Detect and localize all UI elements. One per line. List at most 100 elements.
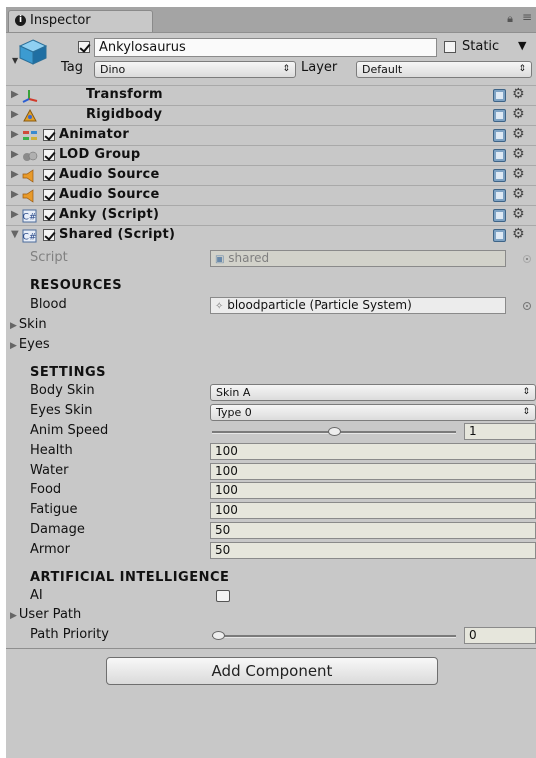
help-book-icon[interactable] bbox=[493, 149, 506, 162]
water-label: Water bbox=[30, 463, 69, 478]
blood-object-field[interactable]: ✧ bloodparticle (Particle System) bbox=[210, 297, 506, 314]
component-header-animator[interactable]: ▶ Animator ⚙ bbox=[6, 125, 536, 145]
gameobject-name-field[interactable]: Ankylosaurus bbox=[94, 38, 437, 57]
foldout-collapsed-icon: ▶ bbox=[10, 611, 17, 621]
component-title: LOD Group bbox=[59, 147, 141, 162]
static-dropdown-arrow-icon[interactable]: ▼ bbox=[518, 39, 526, 52]
panel-menu-icon[interactable]: ≡ bbox=[522, 10, 532, 24]
component-title: Audio Source bbox=[59, 187, 160, 202]
object-picker-icon[interactable] bbox=[523, 302, 531, 310]
component-header-audio-source[interactable]: ▶ Audio Source ⚙ bbox=[6, 185, 536, 205]
path-priority-field[interactable]: 0 bbox=[464, 627, 536, 644]
skin-foldout[interactable]: ▶ Skin bbox=[10, 317, 47, 332]
tag-label: Tag bbox=[61, 60, 84, 75]
component-title: Transform bbox=[86, 87, 163, 102]
animator-icon bbox=[23, 131, 37, 140]
foldout-collapsed-icon[interactable]: ▶ bbox=[11, 89, 19, 100]
svg-text:C#: C# bbox=[23, 213, 37, 223]
component-title: Audio Source bbox=[59, 167, 160, 182]
add-component-button[interactable]: Add Component bbox=[106, 657, 438, 685]
water-field[interactable]: 100 bbox=[210, 463, 536, 480]
foldout-collapsed-icon[interactable]: ▶ bbox=[11, 209, 19, 220]
armor-field[interactable]: 50 bbox=[210, 542, 536, 559]
resources-header: RESOURCES bbox=[30, 278, 123, 293]
path-priority-slider-track[interactable] bbox=[212, 635, 456, 638]
icon-dropdown-arrow-icon[interactable]: ▼ bbox=[12, 56, 18, 65]
component-title: Animator bbox=[59, 127, 130, 142]
help-book-icon[interactable] bbox=[493, 129, 506, 142]
gear-icon[interactable]: ⚙ bbox=[512, 106, 525, 122]
component-header-rigidbody[interactable]: ▶ Rigidbody ⚙ bbox=[6, 105, 536, 125]
foldout-collapsed-icon[interactable]: ▶ bbox=[11, 169, 19, 180]
fatigue-label: Fatigue bbox=[30, 502, 78, 517]
component-enabled-checkbox[interactable] bbox=[43, 229, 55, 241]
gear-icon[interactable]: ⚙ bbox=[512, 146, 525, 162]
artificial-intelligence-header: ARTIFICIAL INTELLIGENCE bbox=[30, 570, 230, 585]
script-file-icon: ▣ bbox=[215, 254, 225, 265]
foldout-expanded-icon[interactable]: ▼ bbox=[11, 229, 19, 240]
component-enabled-checkbox[interactable] bbox=[43, 169, 55, 181]
tag-dropdown[interactable]: Dino ⇕ bbox=[94, 61, 296, 78]
tab-bar: i Inspector 🔒︎ ≡ bbox=[6, 7, 536, 33]
anim-speed-slider-thumb[interactable] bbox=[327, 427, 341, 436]
component-enabled-checkbox[interactable] bbox=[43, 209, 55, 221]
foldout-collapsed-icon[interactable]: ▶ bbox=[11, 109, 19, 120]
gameobject-cube-icon bbox=[18, 39, 48, 65]
gear-icon[interactable]: ⚙ bbox=[512, 206, 525, 222]
user-path-foldout[interactable]: ▶ User Path bbox=[10, 607, 81, 622]
static-label: Static bbox=[462, 39, 500, 54]
help-book-icon[interactable] bbox=[493, 109, 506, 122]
path-priority-slider-thumb[interactable] bbox=[212, 631, 225, 640]
body-skin-label: Body Skin bbox=[30, 383, 95, 398]
script-icon: C# bbox=[22, 209, 37, 223]
layer-dropdown[interactable]: Default ⇕ bbox=[356, 61, 532, 78]
eyes-skin-dropdown[interactable]: Type 0 ⇕ bbox=[210, 404, 536, 421]
body-skin-value: Skin A bbox=[216, 386, 251, 399]
component-header-audio-source[interactable]: ▶ Audio Source ⚙ bbox=[6, 165, 536, 185]
food-field[interactable]: 100 bbox=[210, 482, 536, 499]
help-book-icon[interactable] bbox=[493, 189, 506, 202]
component-title: Rigidbody bbox=[86, 107, 163, 122]
lock-icon[interactable]: 🔒︎ bbox=[507, 12, 513, 26]
component-header-lod-group[interactable]: ▶ LOD Group ⚙ bbox=[6, 145, 536, 165]
gameobject-active-checkbox[interactable] bbox=[78, 41, 90, 53]
svg-text:C#: C# bbox=[23, 233, 37, 243]
component-enabled-checkbox[interactable] bbox=[43, 129, 55, 141]
help-book-icon[interactable] bbox=[493, 89, 506, 102]
gear-icon[interactable]: ⚙ bbox=[512, 166, 525, 182]
help-book-icon[interactable] bbox=[493, 229, 506, 242]
static-checkbox[interactable] bbox=[444, 41, 456, 53]
inspector-panel: i Inspector 🔒︎ ≡ ▼ Ankylosaurus Static ▼… bbox=[6, 7, 536, 758]
foldout-collapsed-icon[interactable]: ▶ bbox=[11, 149, 19, 160]
user-path-label: User Path bbox=[18, 607, 82, 622]
foldout-collapsed-icon[interactable]: ▶ bbox=[11, 189, 19, 200]
anim-speed-field[interactable]: 1 bbox=[464, 423, 536, 440]
component-header-anky-script[interactable]: ▶ C# Anky (Script) ⚙ bbox=[6, 205, 536, 225]
help-book-icon[interactable] bbox=[493, 209, 506, 222]
divider bbox=[6, 648, 536, 649]
health-field[interactable]: 100 bbox=[210, 443, 536, 460]
component-header-shared-script[interactable]: ▼ C# Shared (Script) ⚙ bbox=[6, 225, 536, 245]
help-book-icon[interactable] bbox=[493, 169, 506, 182]
foldout-collapsed-icon[interactable]: ▶ bbox=[11, 129, 19, 140]
gear-icon[interactable]: ⚙ bbox=[512, 86, 525, 102]
gear-icon[interactable]: ⚙ bbox=[512, 186, 525, 202]
eyes-skin-value: Type 0 bbox=[216, 406, 252, 419]
tab-inspector[interactable]: i Inspector bbox=[8, 10, 153, 32]
eyes-label: Eyes bbox=[18, 337, 50, 352]
info-icon: i bbox=[15, 15, 26, 26]
script-value: shared bbox=[228, 251, 270, 265]
component-header-transform[interactable]: ▶ Transform ⚙ bbox=[6, 85, 536, 105]
damage-field[interactable]: 50 bbox=[210, 522, 536, 539]
component-enabled-checkbox[interactable] bbox=[43, 149, 55, 161]
component-enabled-checkbox[interactable] bbox=[43, 189, 55, 201]
ai-checkbox[interactable] bbox=[216, 590, 230, 602]
audio-source-icon bbox=[22, 189, 34, 203]
eyes-foldout[interactable]: ▶ Eyes bbox=[10, 337, 50, 352]
gear-icon[interactable]: ⚙ bbox=[512, 126, 525, 142]
fatigue-field[interactable]: 100 bbox=[210, 502, 536, 519]
path-priority-label: Path Priority bbox=[30, 627, 109, 642]
gear-icon[interactable]: ⚙ bbox=[512, 226, 525, 242]
armor-label: Armor bbox=[30, 542, 70, 557]
body-skin-dropdown[interactable]: Skin A ⇕ bbox=[210, 384, 536, 401]
